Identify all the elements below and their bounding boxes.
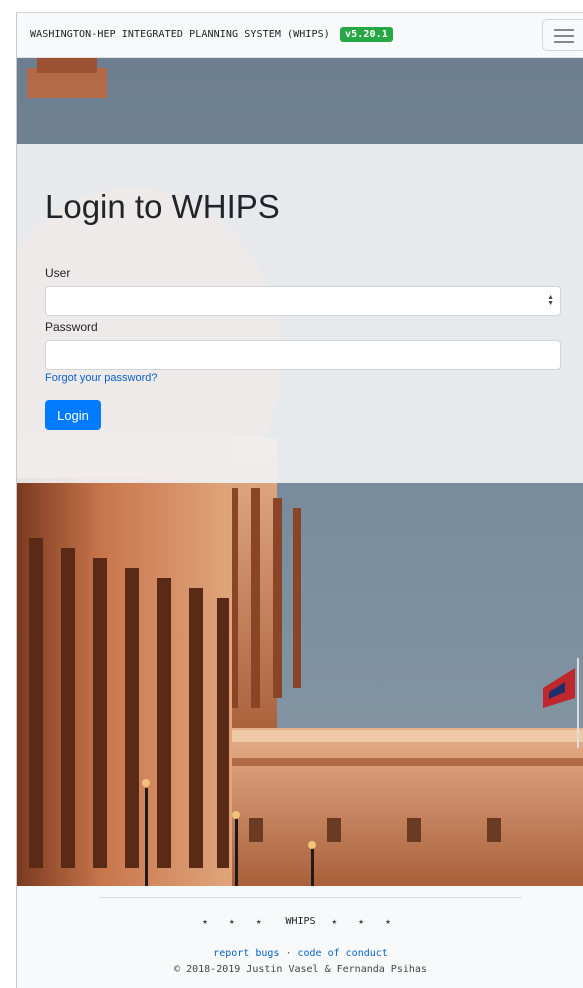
password-label: Password	[45, 320, 98, 334]
select-arrows-icon: ▲ ▼	[547, 294, 554, 307]
password-field[interactable]	[45, 340, 561, 370]
user-select[interactable]: ▲ ▼	[45, 286, 561, 316]
code-of-conduct-link[interactable]: code of conduct	[298, 948, 388, 959]
stars-right: ★ ★ ★	[331, 917, 399, 927]
hamburger-icon	[554, 29, 574, 31]
login-panel: Login to WHIPS User ▲ ▼ Password Forgot y…	[17, 144, 583, 483]
link-separator: ·	[285, 948, 292, 959]
copyright-text: © 2018-2019 Justin Vasel & Fernanda Psih…	[174, 964, 427, 975]
page-title: Login to WHIPS	[45, 188, 280, 225]
stars-left: ★ ★ ★	[202, 917, 270, 927]
browser-window: WASHINGTON-HEP INTEGRATED PLANNING SYSTE…	[16, 12, 583, 988]
brand-title: WASHINGTON-HEP INTEGRATED PLANNING SYSTE…	[30, 29, 330, 40]
footer-divider	[99, 897, 522, 898]
login-button[interactable]: Login	[45, 400, 101, 430]
navbar: WASHINGTON-HEP INTEGRATED PLANNING SYSTE…	[17, 13, 583, 58]
footer-links: report bugs · code of conduct	[17, 948, 583, 959]
report-bugs-link[interactable]: report bugs	[213, 948, 279, 959]
menu-toggle-button[interactable]	[542, 19, 583, 51]
footer: ★ ★ ★ WHIPS ★ ★ ★ report bugs · code of …	[17, 886, 583, 988]
footer-brand: ★ ★ ★ WHIPS ★ ★ ★	[17, 916, 583, 927]
user-label: User	[45, 266, 71, 280]
version-badge: v5.20.1	[340, 27, 393, 42]
hero-section: Login to WHIPS User ▲ ▼ Password Forgot y…	[17, 58, 583, 886]
navbar-brand[interactable]: WASHINGTON-HEP INTEGRATED PLANNING SYSTE…	[30, 27, 393, 42]
forgot-password-link[interactable]: Forgot your password?	[45, 372, 158, 384]
footer-brand-name: WHIPS	[285, 916, 316, 927]
